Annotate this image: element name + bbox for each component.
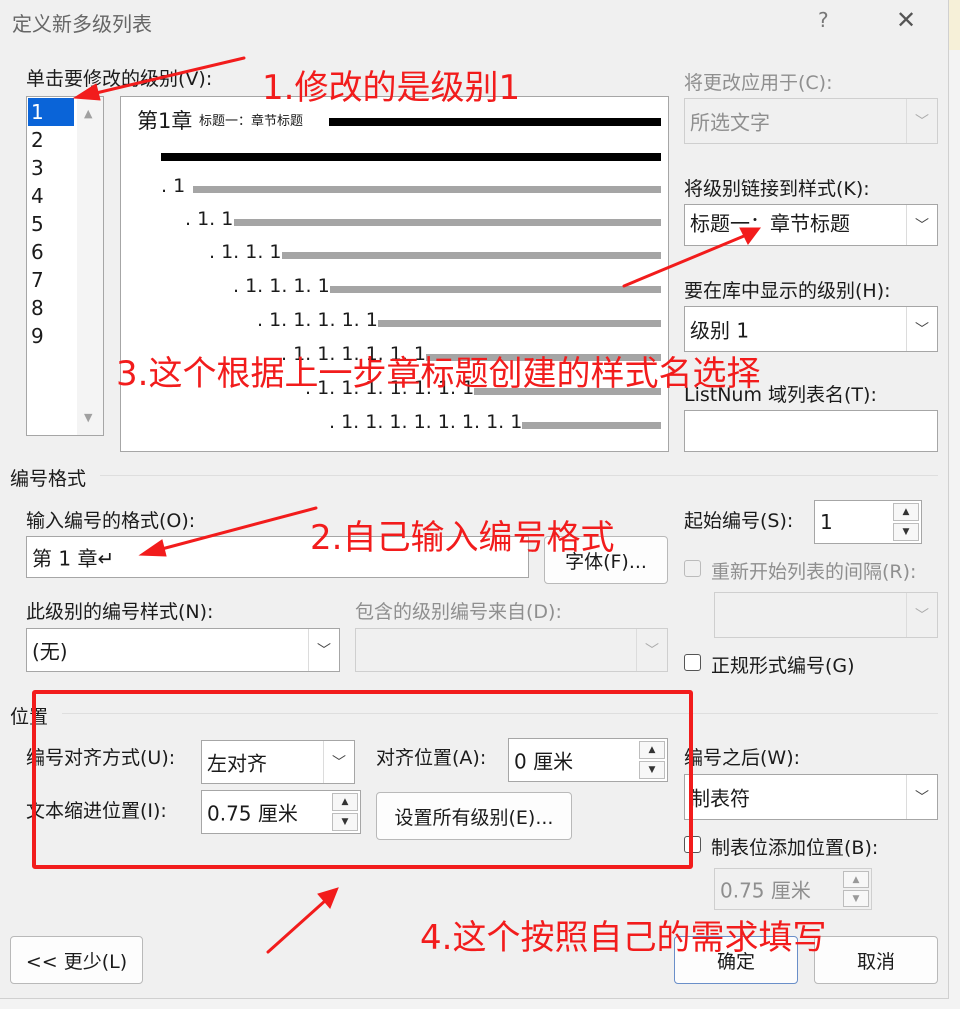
arrow-head-icon [138, 539, 167, 557]
arrow-line [622, 234, 746, 288]
arrow-head-icon [72, 83, 101, 101]
arrow-line [90, 56, 246, 96]
annotation-arrows [72, 56, 761, 954]
arrow-line [266, 898, 328, 954]
arrow-line [156, 506, 318, 552]
